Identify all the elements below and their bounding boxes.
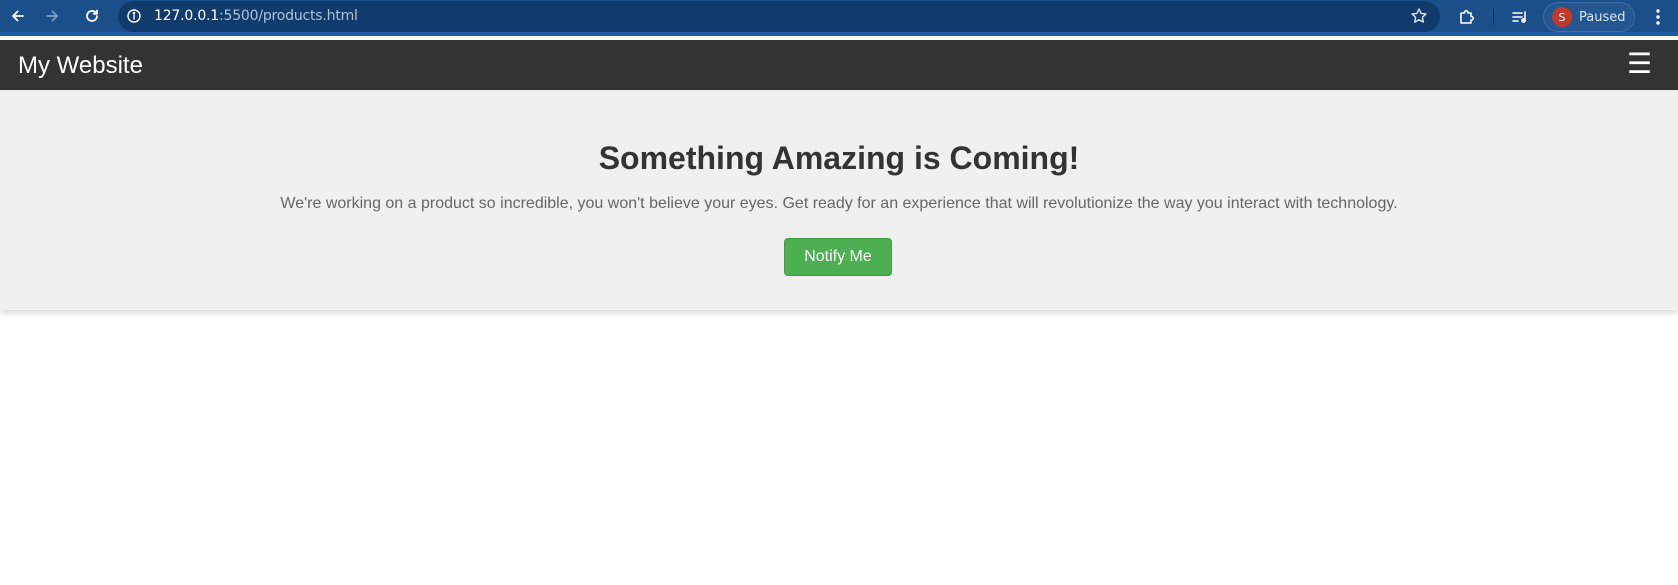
hero-section: Something Amazing is Coming! We're worki… (0, 90, 1678, 310)
toolbar-divider (1493, 9, 1494, 25)
forward-button[interactable] (38, 4, 66, 28)
reload-icon (86, 9, 98, 22)
browser-toolbar: 127.0.0.1:5500/products.html S Paused (0, 0, 1678, 36)
star-icon[interactable] (1410, 7, 1428, 25)
site-header: My Website ☰ (0, 40, 1678, 90)
notify-me-button[interactable]: Notify Me (784, 238, 892, 276)
media-queue-icon (1512, 11, 1526, 23)
extensions-button[interactable] (1456, 6, 1478, 28)
hero-title: Something Amazing is Coming! (598, 140, 1080, 176)
arrow-right-icon (46, 10, 58, 22)
site-logo[interactable]: My Website (18, 52, 143, 80)
browser-menu-button[interactable] (1648, 6, 1668, 28)
media-button[interactable] (1509, 6, 1531, 28)
avatar: S (1552, 7, 1572, 27)
url-host: 127.0.0.1 (154, 8, 219, 24)
back-button[interactable] (4, 4, 32, 28)
puzzle-icon (1460, 10, 1474, 24)
profile-status: Paused (1579, 9, 1626, 25)
more-vert-icon (1656, 9, 1660, 25)
arrow-left-icon (12, 10, 24, 22)
address-bar[interactable]: 127.0.0.1:5500/products.html (118, 1, 1440, 32)
profile-button[interactable]: S Paused (1543, 2, 1635, 32)
hamburger-menu-icon[interactable]: ☰ (1627, 50, 1652, 78)
info-icon[interactable] (126, 8, 142, 24)
url-text[interactable]: 127.0.0.1:5500/products.html (154, 8, 358, 24)
reload-button[interactable] (78, 4, 106, 28)
hero-description: We're working on a product so incredible… (280, 195, 1398, 212)
url-path: :5500/products.html (219, 8, 358, 24)
